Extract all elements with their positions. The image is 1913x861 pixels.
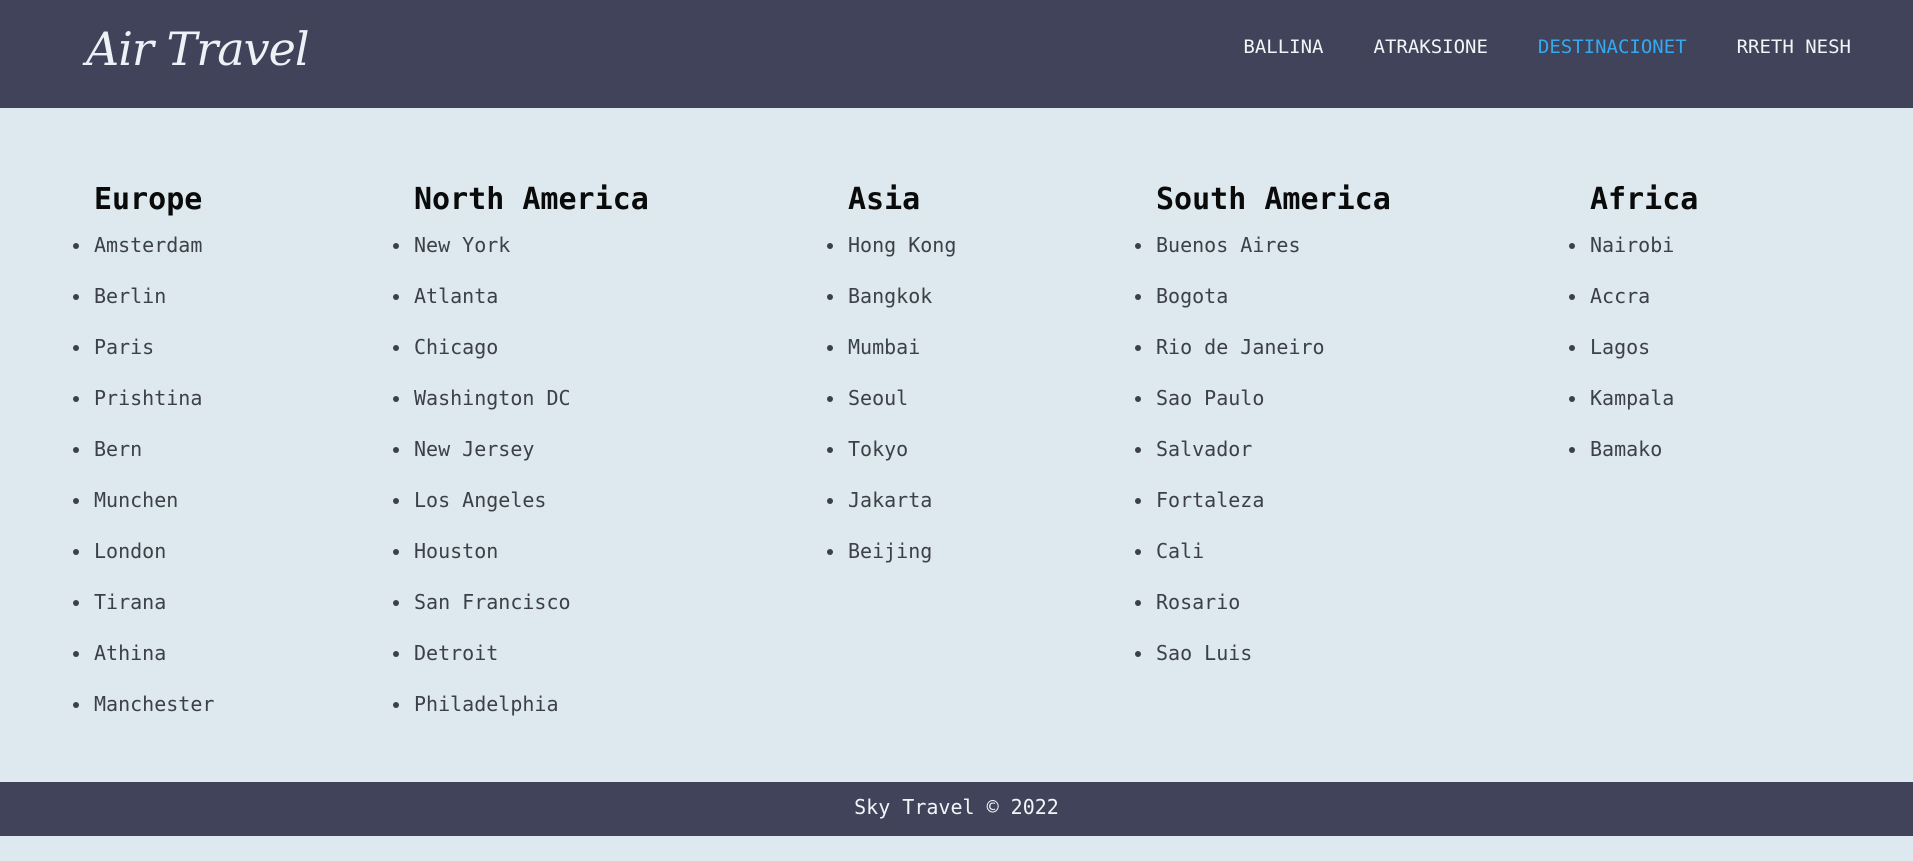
city-item: Cali: [1135, 536, 1391, 587]
city-item: Bern: [72, 434, 214, 485]
city-item: Sao Paulo: [1135, 383, 1391, 434]
city-item: Tirana: [72, 587, 214, 638]
region-title: North America: [414, 182, 649, 217]
city-item: Munchen: [72, 485, 214, 536]
city-item: Bogota: [1135, 281, 1391, 332]
region-asia: Asia Hong Kong Bangkok Mumbai Seoul Toky…: [826, 170, 956, 587]
city-list: Nairobi Accra Lagos Kampala Bamako: [1568, 230, 1698, 485]
city-item: London: [72, 536, 214, 587]
main-nav: BALLINA ATRAKSIONE DESTINACIONET RRETH N…: [1243, 32, 1851, 62]
city-list: New York Atlanta Chicago Washington DC N…: [393, 230, 649, 740]
city-item: Tokyo: [826, 434, 956, 485]
city-item: Bangkok: [826, 281, 956, 332]
city-item: Jakarta: [826, 485, 956, 536]
city-item: Detroit: [393, 638, 649, 689]
nav-link-ballina[interactable]: BALLINA: [1243, 32, 1323, 62]
city-item: Buenos Aires: [1135, 230, 1391, 281]
city-item: Manchester: [72, 689, 214, 740]
city-item: Prishtina: [72, 383, 214, 434]
city-item: Seoul: [826, 383, 956, 434]
city-list: Buenos Aires Bogota Rio de Janeiro Sao P…: [1135, 230, 1391, 689]
city-item: Rosario: [1135, 587, 1391, 638]
city-item: Washington DC: [393, 383, 649, 434]
city-item: San Francisco: [393, 587, 649, 638]
city-item: Rio de Janeiro: [1135, 332, 1391, 383]
city-item: Salvador: [1135, 434, 1391, 485]
city-item: Sao Luis: [1135, 638, 1391, 689]
region-title: Asia: [848, 182, 921, 217]
city-item: Hong Kong: [826, 230, 956, 281]
city-item: Atlanta: [393, 281, 649, 332]
city-item: Chicago: [393, 332, 649, 383]
city-item: Mumbai: [826, 332, 956, 383]
nav-link-rreth-nesh[interactable]: RRETH NESH: [1737, 32, 1851, 62]
city-item: Houston: [393, 536, 649, 587]
city-item: Accra: [1568, 281, 1698, 332]
city-item: New York: [393, 230, 649, 281]
city-item: Athina: [72, 638, 214, 689]
city-item: Philadelphia: [393, 689, 649, 740]
city-item: Kampala: [1568, 383, 1698, 434]
city-item: Lagos: [1568, 332, 1698, 383]
city-item: Nairobi: [1568, 230, 1698, 281]
city-item: Fortaleza: [1135, 485, 1391, 536]
city-item: Paris: [72, 332, 214, 383]
region-title: South America: [1156, 182, 1391, 217]
city-item: New Jersey: [393, 434, 649, 485]
destinations-section: Europe Amsterdam Berlin Paris Prishtina …: [0, 108, 1913, 782]
region-europe: Europe Amsterdam Berlin Paris Prishtina …: [72, 170, 214, 740]
footer-copyright: Sky Travel © 2022: [854, 795, 1059, 819]
region-africa: Africa Nairobi Accra Lagos Kampala Bamak…: [1568, 170, 1699, 485]
site-footer: Sky Travel © 2022: [0, 782, 1913, 836]
city-list: Hong Kong Bangkok Mumbai Seoul Tokyo Jak…: [826, 230, 956, 587]
region-title: Europe: [94, 182, 203, 217]
nav-link-destinacionet[interactable]: DESTINACIONET: [1538, 32, 1687, 62]
site-header: Air Travel BALLINA ATRAKSIONE DESTINACIO…: [0, 0, 1913, 108]
city-item: Los Angeles: [393, 485, 649, 536]
city-item: Berlin: [72, 281, 214, 332]
city-list: Amsterdam Berlin Paris Prishtina Bern Mu…: [72, 230, 214, 740]
region-south-america: South America Buenos Aires Bogota Rio de…: [1135, 170, 1391, 689]
region-north-america: North America New York Atlanta Chicago W…: [393, 170, 649, 740]
city-item: Bamako: [1568, 434, 1698, 485]
region-title: Africa: [1590, 182, 1699, 217]
city-item: Amsterdam: [72, 230, 214, 281]
site-logo[interactable]: Air Travel: [86, 14, 310, 84]
city-item: Beijing: [826, 536, 956, 587]
nav-link-atraksione[interactable]: ATRAKSIONE: [1374, 32, 1488, 62]
